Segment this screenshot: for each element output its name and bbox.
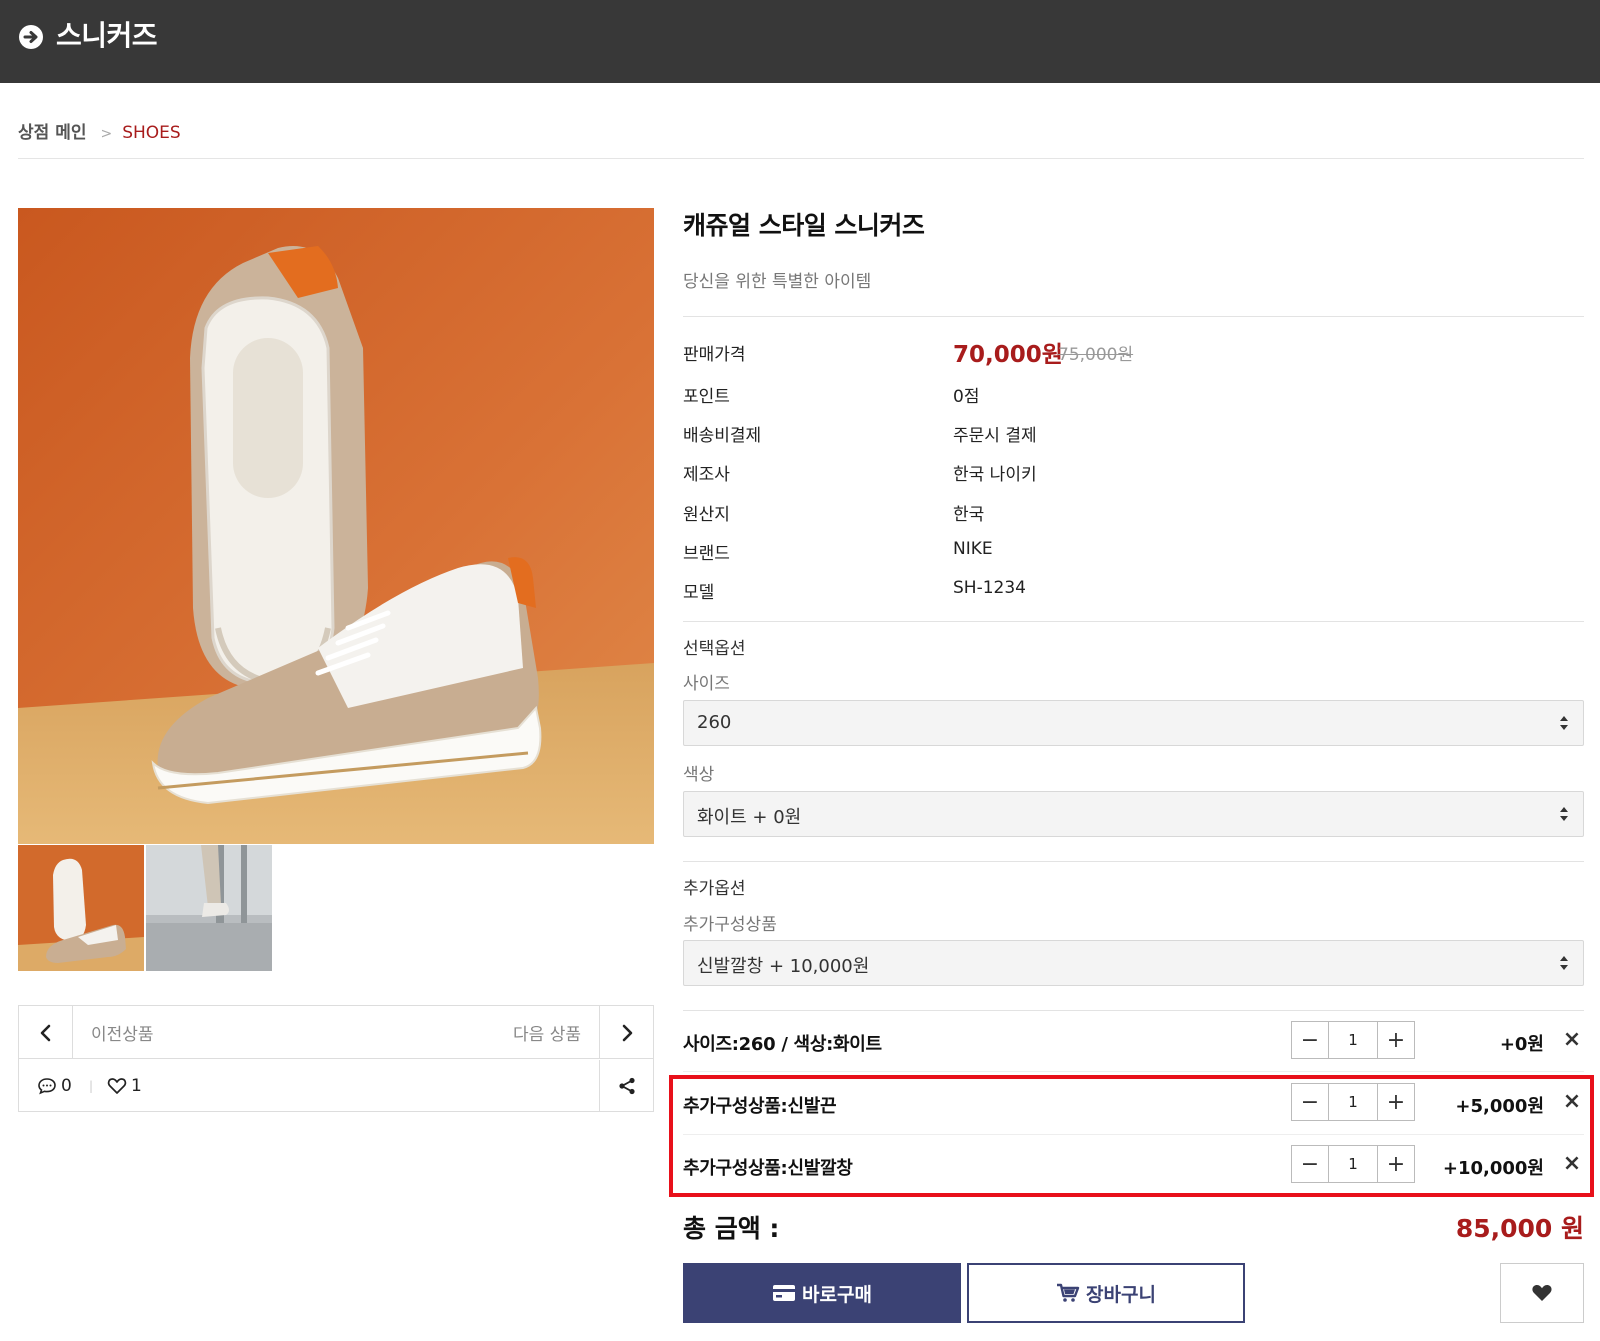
size-label: 사이즈	[683, 674, 730, 694]
price-label: 판매가격	[683, 345, 746, 365]
share-icon	[618, 1077, 635, 1095]
buy-now-button[interactable]: 바로구매	[683, 1263, 961, 1323]
sale-price: 70,000원	[953, 342, 1063, 368]
info-key: 제조사	[683, 465, 730, 485]
like-count-value: 1	[131, 1076, 142, 1096]
color-select-value: 화이트 + 0원	[697, 807, 802, 828]
product-navigation: 이전상품 다음 상품 0 | 1	[18, 1005, 654, 1112]
thumbnail-2[interactable]	[146, 845, 272, 971]
info-key: 브랜드	[683, 544, 730, 564]
select-arrows-icon	[1560, 716, 1568, 730]
product-name: 캐쥬얼 스타일 스니커즈	[683, 211, 925, 240]
extra-options-label: 추가옵션	[683, 879, 746, 899]
info-row-brand: 브랜드 NIKE	[683, 539, 1584, 569]
divider	[683, 621, 1584, 622]
comment-count[interactable]: 0	[37, 1076, 72, 1096]
select-arrows-icon	[1560, 807, 1568, 821]
info-value: 주문시 결제	[953, 426, 1037, 446]
total-value: 85,000 원	[1455, 1214, 1584, 1243]
info-row-model: 모델 SH-1234	[683, 578, 1584, 608]
info-key: 포인트	[683, 387, 730, 407]
divider	[683, 316, 1584, 317]
buy-now-label: 바로구매	[802, 1283, 872, 1306]
info-key: 모델	[683, 583, 715, 603]
divider	[683, 861, 1584, 862]
add-to-cart-button[interactable]: 장바구니	[967, 1263, 1245, 1323]
extra-item-select-value: 신발깔창 + 10,000원	[697, 956, 870, 977]
color-select[interactable]: 화이트 + 0원	[683, 791, 1584, 837]
heart-outline-icon	[107, 1078, 127, 1094]
social-meta-row: 0 | 1	[19, 1060, 653, 1112]
breadcrumb-separator: >	[100, 126, 113, 142]
prev-product-link[interactable]: 이전상품	[91, 1020, 154, 1045]
wishlist-button[interactable]	[1500, 1263, 1584, 1323]
comment-icon	[38, 1078, 56, 1095]
selected-option-row: 사이즈:260 / 색상:화이트 − 1 + +0원 ×	[683, 1021, 1584, 1061]
heart-icon	[1532, 1285, 1552, 1301]
thumbnail-1[interactable]	[18, 845, 144, 971]
original-price: 75,000원	[1058, 345, 1134, 365]
total-label: 총 금액 :	[683, 1214, 780, 1243]
comment-count-value: 0	[61, 1076, 72, 1096]
quantity-input[interactable]: 1	[1328, 1022, 1378, 1058]
info-value: SH-1234	[953, 578, 1026, 598]
breadcrumb: 상점 메인 > SHOES	[18, 121, 181, 146]
info-row-shipping: 배송비결제 주문시 결제	[683, 421, 1584, 451]
remove-option-button[interactable]: ×	[1560, 1027, 1584, 1052]
product-main-image[interactable]	[18, 208, 654, 844]
like-count[interactable]: 1	[107, 1076, 142, 1096]
cart-plus-icon	[1057, 1283, 1080, 1302]
arrow-circle-right-icon[interactable]	[18, 24, 44, 50]
select-arrows-icon	[1560, 956, 1568, 970]
info-key: 원산지	[683, 505, 730, 525]
divider	[18, 158, 1584, 159]
quantity-stepper: − 1 +	[1291, 1021, 1415, 1059]
increase-button[interactable]: +	[1378, 1022, 1414, 1058]
size-select[interactable]: 260	[683, 700, 1584, 746]
page-title: 스니커즈	[56, 19, 158, 52]
divider	[683, 1010, 1584, 1011]
extra-item-select[interactable]: 신발깔창 + 10,000원	[683, 940, 1584, 986]
prev-next-row: 이전상품 다음 상품	[19, 1006, 653, 1059]
highlight-annotation	[669, 1075, 1594, 1197]
chevron-right-icon	[622, 1024, 632, 1041]
next-product-button[interactable]	[599, 1006, 653, 1059]
info-value: 한국	[953, 505, 985, 525]
chevron-left-icon	[40, 1024, 50, 1041]
info-value: NIKE	[953, 539, 993, 559]
info-key: 배송비결제	[683, 426, 762, 446]
breadcrumb-home-link[interactable]: 상점 메인	[18, 123, 86, 143]
price-row: 판매가격 70,000원 75,000원	[683, 340, 1584, 370]
selected-option-name: 사이즈:260 / 색상:화이트	[683, 1034, 882, 1055]
size-select-value: 260	[697, 712, 732, 733]
select-options-label: 선택옵션	[683, 639, 746, 659]
divider	[683, 1071, 1584, 1072]
cart-label: 장바구니	[1086, 1283, 1156, 1306]
credit-card-icon	[773, 1285, 796, 1301]
info-value: 0점	[953, 387, 980, 407]
info-row-manufacturer: 제조사 한국 나이키	[683, 460, 1584, 490]
top-header: 스니커즈	[0, 0, 1600, 83]
product-subtitle: 당신을 위한 특별한 아이템	[683, 272, 872, 292]
info-row-origin: 원산지 한국	[683, 500, 1584, 530]
info-value: 한국 나이키	[953, 465, 1037, 485]
decrease-button[interactable]: −	[1292, 1022, 1328, 1058]
meta-separator: |	[89, 1079, 94, 1093]
extra-item-label: 추가구성상품	[683, 915, 777, 935]
prev-product-button[interactable]	[19, 1006, 73, 1059]
color-label: 색상	[683, 765, 715, 785]
selected-option-price: +0원	[1499, 1034, 1544, 1055]
info-row-point: 포인트 0점	[683, 382, 1584, 412]
breadcrumb-current[interactable]: SHOES	[122, 123, 181, 143]
share-button[interactable]	[599, 1060, 653, 1112]
next-product-link[interactable]: 다음 상품	[513, 1020, 581, 1045]
